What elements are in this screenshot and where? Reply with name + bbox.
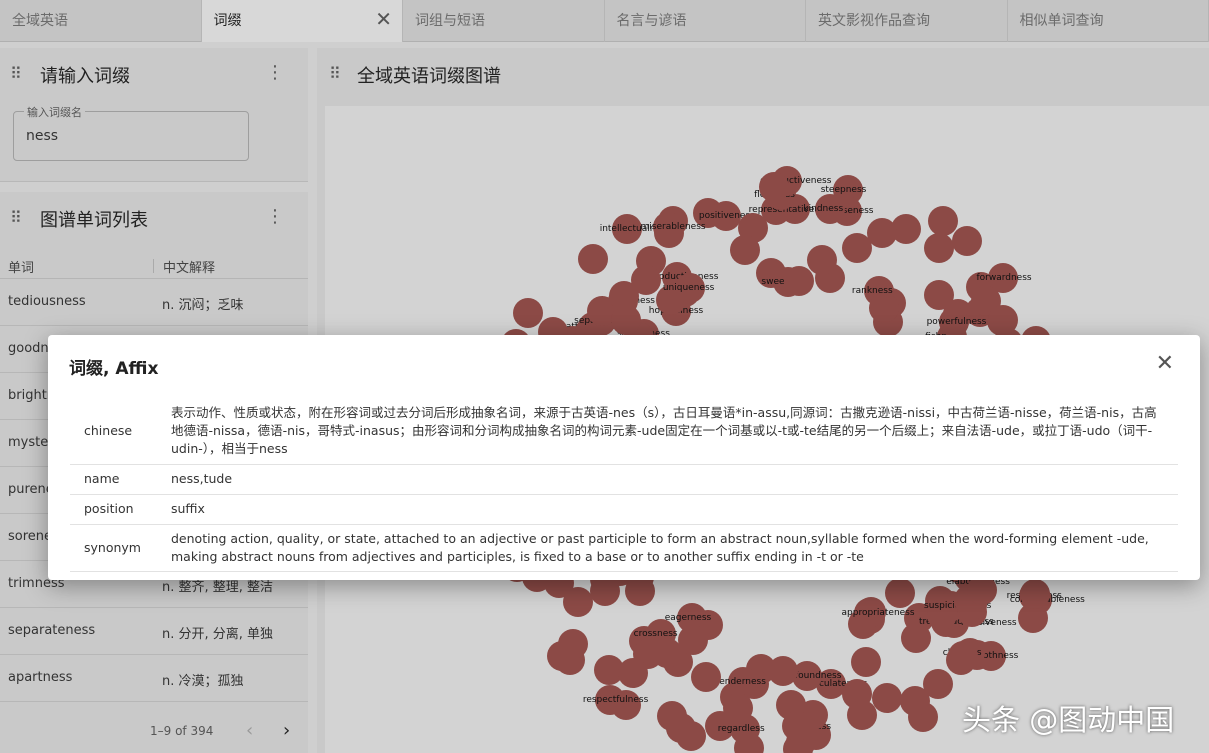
affix-detail-dialog: 词缀, Affix ✕ chinese 表示动作、性质或状态，附在形容词或过去分… <box>48 335 1200 580</box>
watermark: 头条 @图动中国 <box>962 703 1175 737</box>
affix-detail-table: chinese 表示动作、性质或状态，附在形容词或过去分词后形成抽象名词，来源于… <box>70 399 1178 572</box>
detail-value: ness,tude <box>171 471 233 486</box>
detail-key: name <box>84 471 120 486</box>
detail-row-position: position suffix <box>70 495 1178 525</box>
detail-value: suffix <box>171 501 205 516</box>
detail-key: chinese <box>84 423 133 438</box>
close-icon[interactable]: ✕ <box>1156 351 1174 376</box>
detail-value: 表示动作、性质或状态，附在形容词或过去分词后形成抽象名词，来源于古英语-nes（… <box>171 405 1157 456</box>
detail-row-name: name ness,tude <box>70 465 1178 495</box>
detail-value: denoting action, quality, or state, atta… <box>171 531 1149 564</box>
detail-key: synonym <box>84 540 141 555</box>
dialog-title: 词缀, Affix <box>69 359 159 379</box>
detail-row-chinese: chinese 表示动作、性质或状态，附在形容词或过去分词后形成抽象名词，来源于… <box>70 399 1178 465</box>
detail-row-synonym: synonym denoting action, quality, or sta… <box>70 525 1178 572</box>
detail-key: position <box>84 501 134 516</box>
